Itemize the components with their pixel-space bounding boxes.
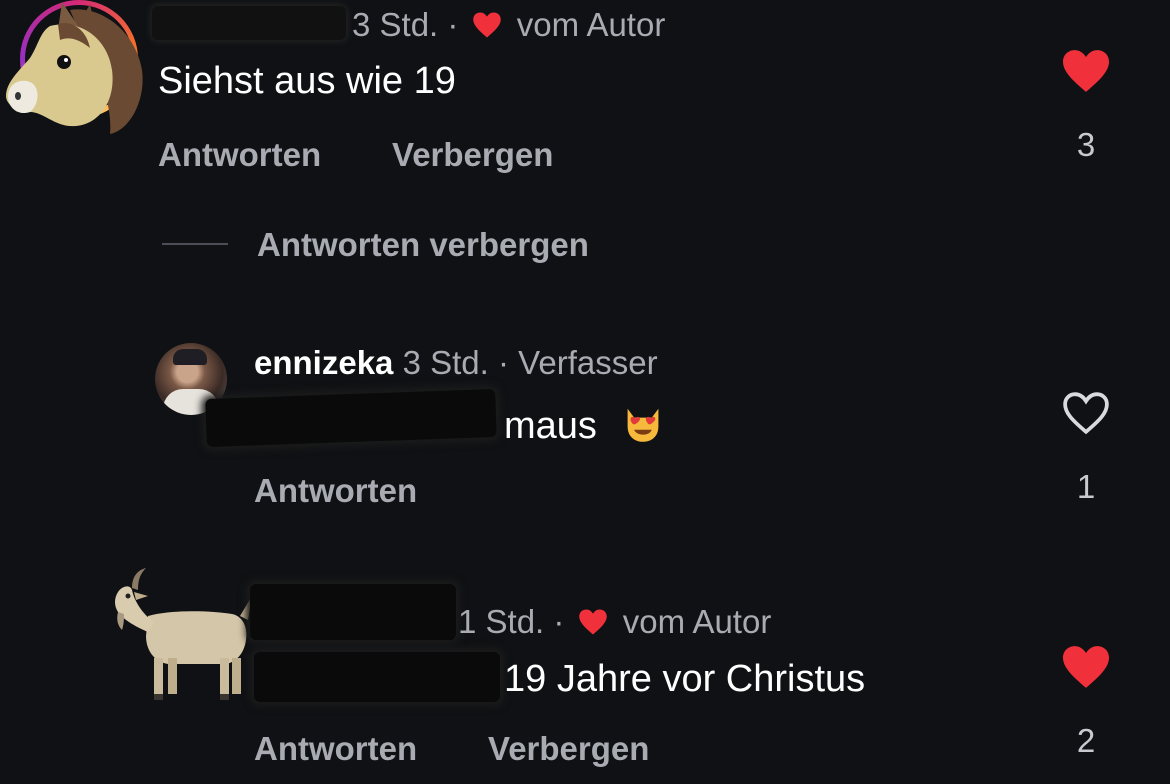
like-heart-outline-icon[interactable] <box>1060 390 1112 436</box>
redacted-mention <box>254 652 500 702</box>
comment-meta: 1 Std. · vom Autor <box>458 603 771 641</box>
author-badge: vom Autor <box>622 603 772 640</box>
reply-username[interactable]: ennizeka <box>254 344 393 381</box>
meta-separator: · <box>553 603 565 640</box>
goat-icon[interactable] <box>108 566 256 706</box>
reply-text-content: maus <box>504 405 597 447</box>
hide-button[interactable]: Verbergen <box>392 136 553 174</box>
heart-icon <box>578 609 607 635</box>
meta-separator: · <box>497 344 509 381</box>
like-heart-icon[interactable] <box>1060 48 1112 94</box>
smiling-cat-heart-eyes-icon <box>628 408 659 442</box>
meta-separator: · <box>447 6 459 43</box>
heart-icon <box>472 12 501 38</box>
comment-text: 19 Jahre vor Christus <box>504 658 866 700</box>
comment-text: Siehst aus wie 19 <box>158 60 456 102</box>
reply-text: maus <box>504 400 665 448</box>
redacted-mention <box>205 388 497 448</box>
redacted-username <box>152 6 346 40</box>
author-badge: Verfasser <box>518 344 658 381</box>
comment-time: 1 Std. <box>458 603 545 640</box>
comment-meta: 3 Std. · vom Autor <box>352 6 665 44</box>
like-count: 2 <box>1076 722 1096 759</box>
replies-divider <box>162 243 228 245</box>
comment-time: 3 Std. <box>352 6 439 43</box>
redacted-username <box>250 584 456 640</box>
like-heart-icon[interactable] <box>1060 644 1112 690</box>
reply-button[interactable]: Antworten <box>254 730 417 768</box>
like-count: 1 <box>1076 468 1096 505</box>
author-badge: vom Autor <box>516 6 666 43</box>
reply-meta: ennizeka 3 Std. · Verfasser <box>254 344 658 382</box>
horse-icon[interactable] <box>0 0 150 140</box>
reply-button[interactable]: Antworten <box>158 136 321 174</box>
reply-time: 3 Std. <box>402 344 489 381</box>
hide-replies-button[interactable]: Antworten verbergen <box>257 226 589 264</box>
like-count: 3 <box>1076 126 1096 163</box>
reply-button[interactable]: Antworten <box>254 472 417 510</box>
hide-button[interactable]: Verbergen <box>488 730 649 768</box>
